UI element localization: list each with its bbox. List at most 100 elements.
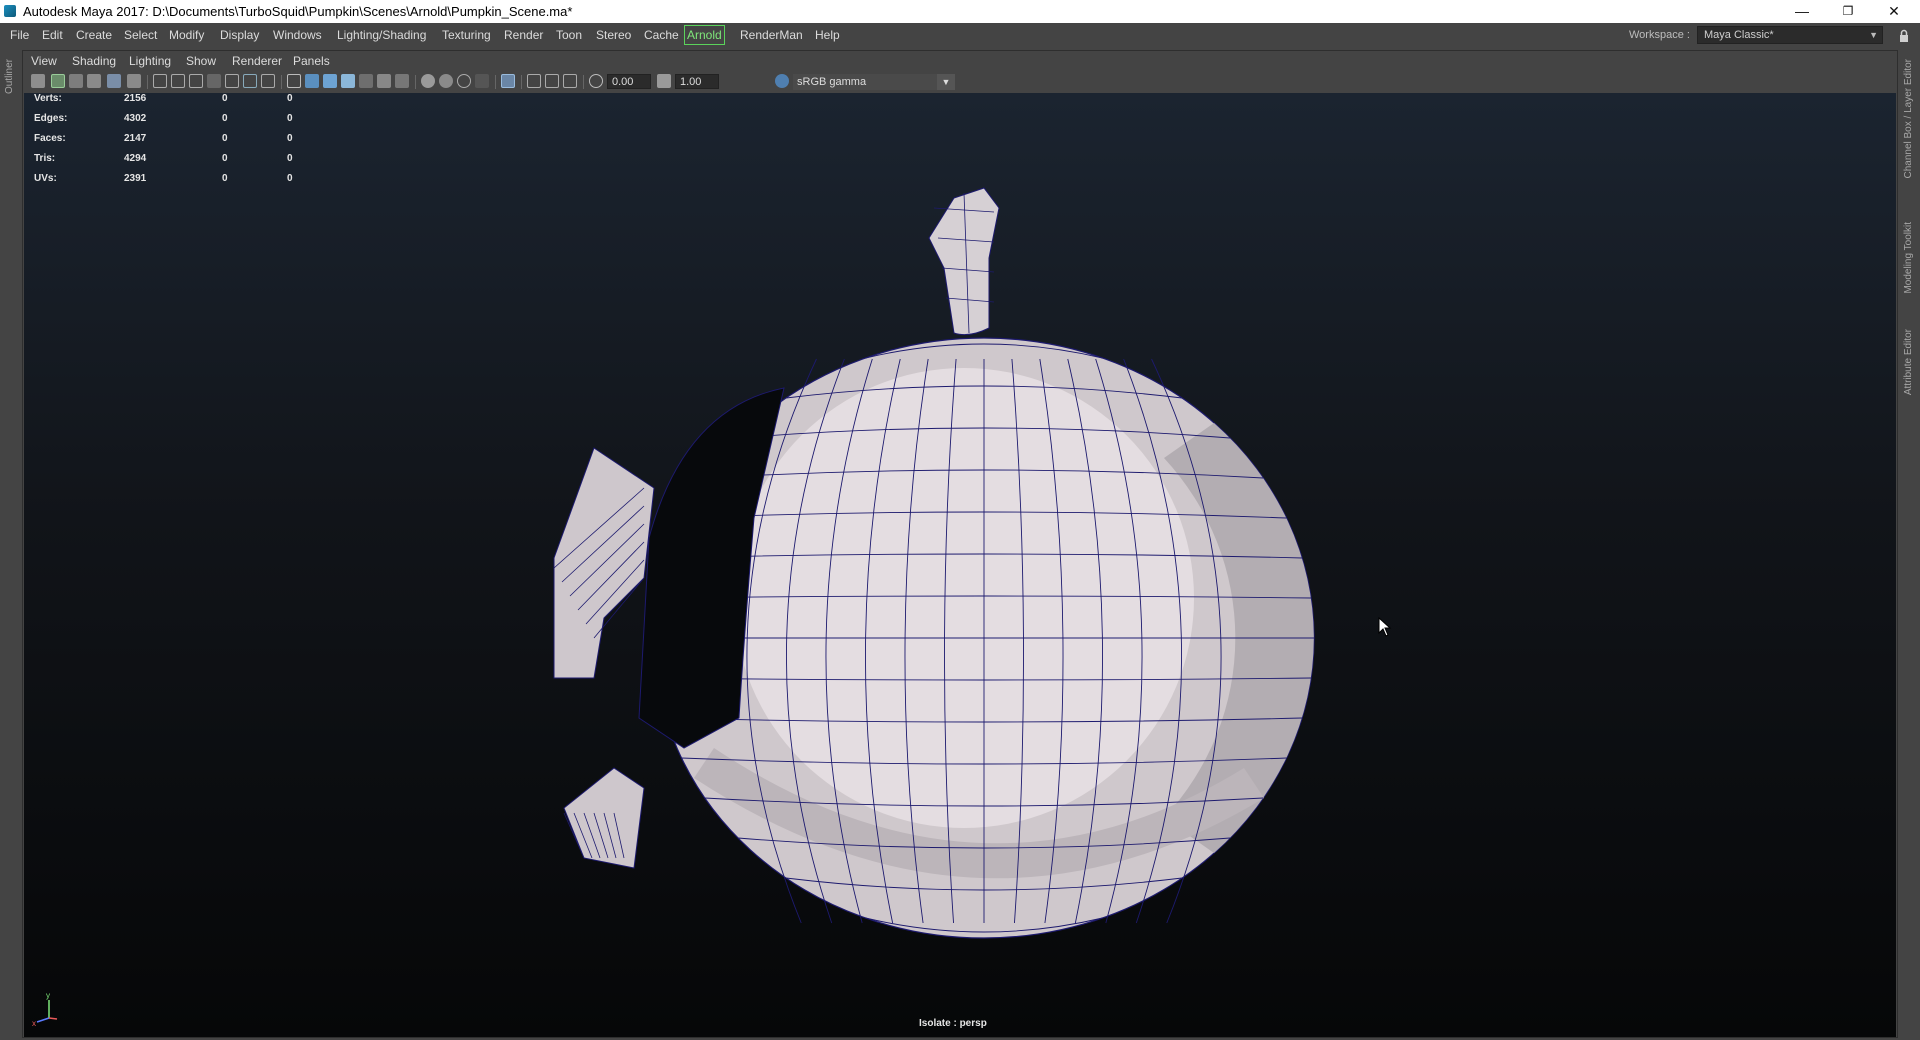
textured-icon[interactable]	[341, 74, 355, 88]
shadows-icon[interactable]	[377, 74, 391, 88]
multisample-aa-icon[interactable]	[457, 74, 471, 88]
two-d-pan-zoom-icon[interactable]	[127, 74, 141, 88]
channel-box-tab[interactable]: Channel Box / Layer Editor	[1903, 59, 1914, 179]
xray-active-components-icon[interactable]	[545, 74, 559, 88]
select-camera-icon[interactable]	[31, 74, 45, 88]
hud-selected-2: 0	[287, 173, 293, 184]
menu-select[interactable]: Select	[124, 23, 157, 47]
attribute-editor-tab[interactable]: Attribute Editor	[1903, 329, 1914, 395]
xray-icon[interactable]	[527, 74, 541, 88]
hud-selected: 0	[222, 153, 228, 164]
panel-menu-view[interactable]: View	[31, 54, 57, 68]
bookmark-icon[interactable]	[69, 74, 83, 88]
hud-row-verts: Verts: 2156 0 0	[34, 93, 294, 109]
workspace-label: Workspace :	[1629, 29, 1690, 41]
hud-selected-2: 0	[287, 153, 293, 164]
menu-lighting-shading[interactable]: Lighting/Shading	[337, 23, 426, 47]
title-bar: Autodesk Maya 2017: D:\Documents\TurboSq…	[0, 0, 1920, 23]
hud-total: 4294	[124, 153, 147, 164]
menu-display[interactable]: Display	[220, 23, 259, 47]
workspace-value: Maya Classic*	[1704, 29, 1774, 41]
safe-title-icon[interactable]	[261, 74, 275, 88]
panel-menu-lighting[interactable]: Lighting	[129, 54, 171, 68]
hud-selected: 0	[222, 113, 228, 124]
wireframe-on-shaded-icon[interactable]	[323, 74, 337, 88]
use-all-lights-icon[interactable]	[359, 74, 373, 88]
grease-pencil-icon[interactable]	[107, 74, 121, 88]
color-management-icon[interactable]	[775, 74, 789, 88]
toolbar-separator	[281, 75, 282, 89]
restore-button[interactable]: ❐	[1826, 0, 1870, 23]
pumpkin-front-highlight	[734, 368, 1194, 828]
panel-menu-panels[interactable]: Panels	[293, 54, 330, 68]
hud-row-edges: Edges: 4302 0 0	[34, 113, 294, 129]
perspective-panel: View Shading Lighting Show Renderer Pane…	[22, 50, 1898, 1038]
motion-blur-icon[interactable]	[439, 74, 453, 88]
camera-attributes-icon[interactable]	[51, 74, 65, 88]
workspace-select[interactable]: Maya Classic* ▼	[1697, 26, 1883, 44]
chevron-down-icon[interactable]: ▼	[937, 74, 955, 90]
smooth-shade-icon[interactable]	[305, 74, 319, 88]
pumpkin-mesh[interactable]	[24, 93, 1896, 1037]
exposure-icon[interactable]	[589, 74, 603, 88]
hud-total: 2156	[124, 93, 147, 104]
menu-create[interactable]: Create	[76, 23, 112, 47]
menu-renderman[interactable]: RenderMan	[740, 23, 803, 47]
minimize-button[interactable]: —	[1780, 0, 1824, 23]
depth-of-field-icon[interactable]	[475, 74, 489, 88]
mouse-cursor-icon	[1378, 617, 1392, 637]
panel-menu-renderer[interactable]: Renderer	[232, 54, 282, 68]
close-button[interactable]: ✕	[1872, 0, 1916, 23]
left-side-strip: Outliner	[0, 47, 22, 1040]
view-transform-dropdown[interactable]: sRGB gamma	[793, 74, 955, 90]
hud-selected-2: 0	[287, 133, 293, 144]
menu-cache[interactable]: Cache	[644, 23, 679, 47]
hud-selected: 0	[222, 133, 228, 144]
toolbar-separator	[583, 75, 584, 89]
isolate-select-icon[interactable]	[501, 74, 515, 88]
hud-label: Tris:	[34, 153, 56, 164]
chevron-down-icon: ▼	[1869, 30, 1878, 40]
toolbar-separator	[147, 75, 148, 89]
menu-toon[interactable]: Toon	[556, 23, 582, 47]
grid-icon[interactable]	[153, 74, 167, 88]
resolution-gate-icon[interactable]	[189, 74, 203, 88]
lock-icon[interactable]	[1899, 29, 1909, 43]
hud-total: 2391	[124, 173, 147, 184]
menu-texturing[interactable]: Texturing	[442, 23, 491, 47]
menu-render[interactable]: Render	[504, 23, 543, 47]
menu-modify[interactable]: Modify	[169, 23, 204, 47]
safe-action-icon[interactable]	[243, 74, 257, 88]
exposure-field[interactable]: 0.00	[607, 74, 651, 89]
image-plane-icon[interactable]	[87, 74, 101, 88]
hud-label: Edges:	[34, 113, 68, 124]
menu-stereo[interactable]: Stereo	[596, 23, 631, 47]
outliner-tab[interactable]: Outliner	[4, 59, 15, 94]
field-chart-icon[interactable]	[225, 74, 239, 88]
menu-edit[interactable]: Edit	[42, 23, 63, 47]
menu-arnold[interactable]: Arnold	[684, 25, 725, 45]
panel-menu-shading[interactable]: Shading	[72, 54, 116, 68]
view-axis-gizmo-icon: y x	[32, 991, 58, 1028]
toolbar-separator	[415, 75, 416, 89]
gamma-field[interactable]: 1.00	[675, 74, 719, 89]
isolate-camera-label: Isolate : persp	[919, 1018, 987, 1029]
wireframe-icon[interactable]	[287, 74, 301, 88]
hud-selected-2: 0	[287, 93, 293, 104]
axis-y-label: y	[46, 991, 50, 1000]
3d-viewport[interactable]: Verts: 2156 0 0 Edges: 4302 0 0 Faces: 2…	[24, 93, 1896, 1037]
hud-total: 2147	[124, 133, 147, 144]
panel-toolbar: 0.00 1.00 sRGB gamma ▼	[23, 72, 1897, 92]
gamma-icon[interactable]	[657, 74, 671, 88]
lighting-icon[interactable]	[395, 74, 409, 88]
menu-file[interactable]: File	[10, 23, 29, 47]
menu-help[interactable]: Help	[815, 23, 840, 47]
screen-space-ao-icon[interactable]	[421, 74, 435, 88]
xray-joints-icon[interactable]	[563, 74, 577, 88]
menu-windows[interactable]: Windows	[273, 23, 322, 47]
film-gate-icon[interactable]	[171, 74, 185, 88]
modeling-toolkit-tab[interactable]: Modeling Toolkit	[1903, 222, 1914, 294]
right-side-strip: Channel Box / Layer Editor Modeling Tool…	[1898, 47, 1920, 1040]
gate-mask-icon[interactable]	[207, 74, 221, 88]
panel-menu-show[interactable]: Show	[186, 54, 216, 68]
